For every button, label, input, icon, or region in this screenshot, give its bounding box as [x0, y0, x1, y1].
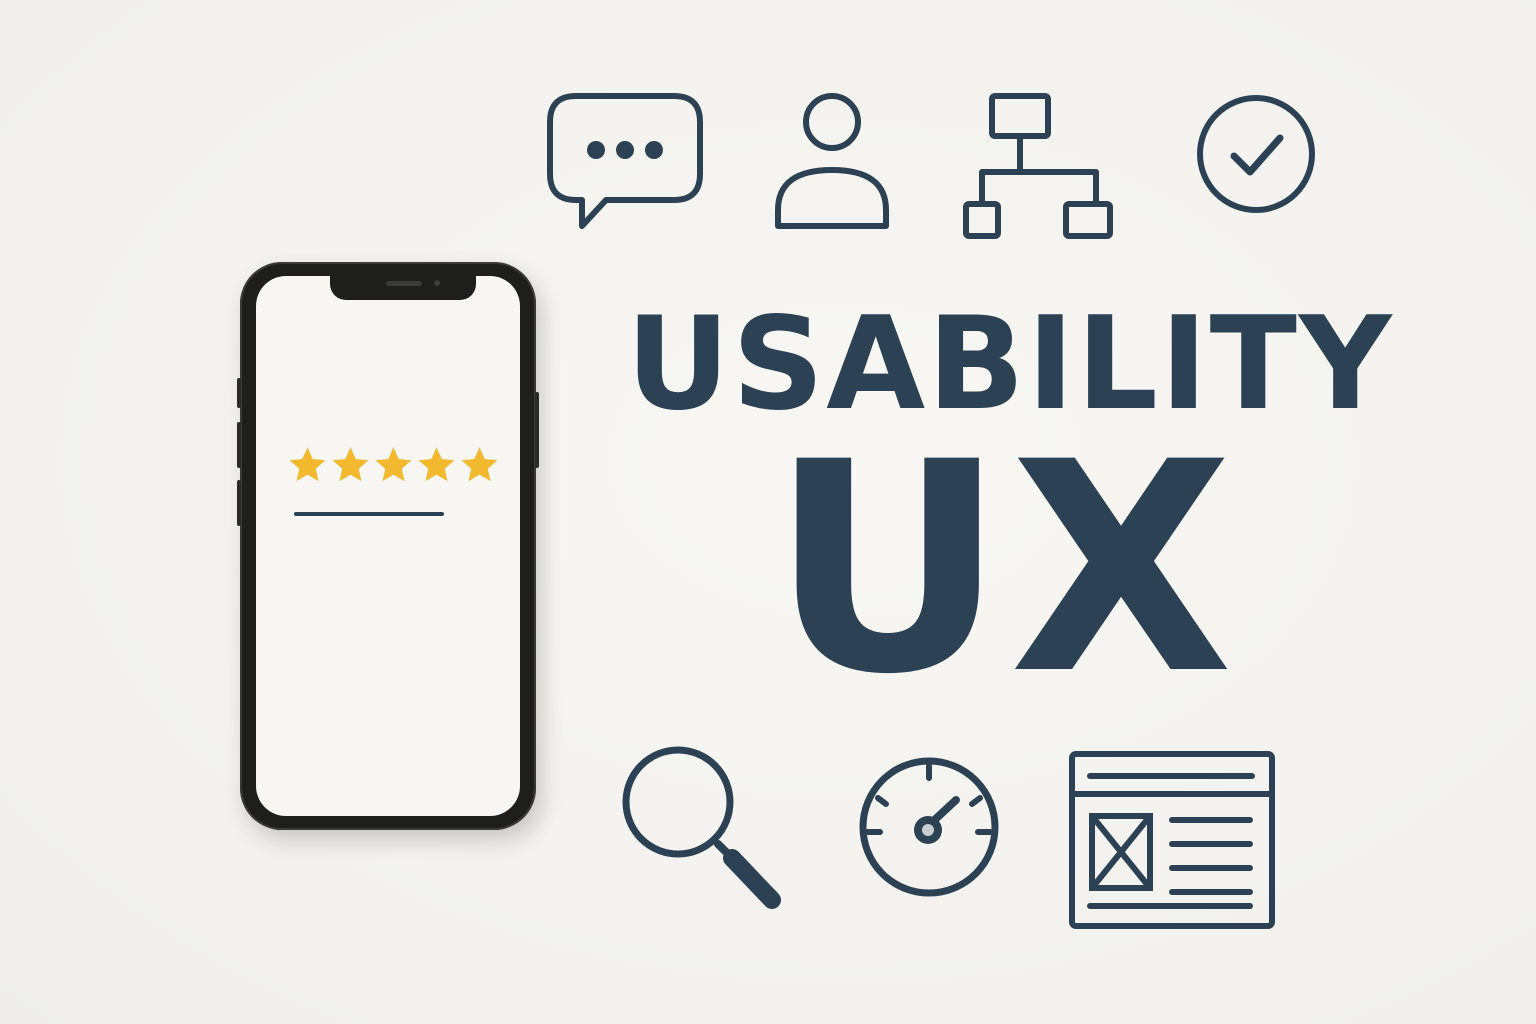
- speedometer-icon: [856, 754, 1002, 900]
- sitemap-icon: [962, 92, 1116, 240]
- phone-volume-down-button: [237, 480, 241, 526]
- phone-notch: [330, 276, 476, 300]
- search-icon: [620, 744, 784, 912]
- star-icon: [332, 447, 369, 482]
- phone-power-button: [535, 392, 539, 468]
- smartphone: [237, 262, 539, 830]
- phone-speaker: [386, 281, 422, 286]
- headline-ux: UX: [770, 401, 1238, 738]
- wireframe-layout-icon: [1068, 750, 1276, 930]
- check-circle-icon: [1194, 92, 1318, 216]
- chat-bubble-icon: [546, 92, 704, 232]
- phone-screen: [256, 276, 520, 816]
- star-rating: [286, 444, 501, 488]
- phone-volume-up-button: [237, 422, 241, 468]
- star-icon: [461, 447, 498, 482]
- phone-silent-switch: [237, 378, 241, 408]
- star-icon: [375, 447, 412, 482]
- user-icon: [772, 92, 892, 232]
- star-icon: [418, 447, 455, 482]
- text-placeholder-line: [294, 512, 444, 516]
- star-icon: [289, 447, 326, 482]
- phone-camera: [434, 280, 440, 286]
- scene: USABILITY UX: [0, 0, 1536, 1024]
